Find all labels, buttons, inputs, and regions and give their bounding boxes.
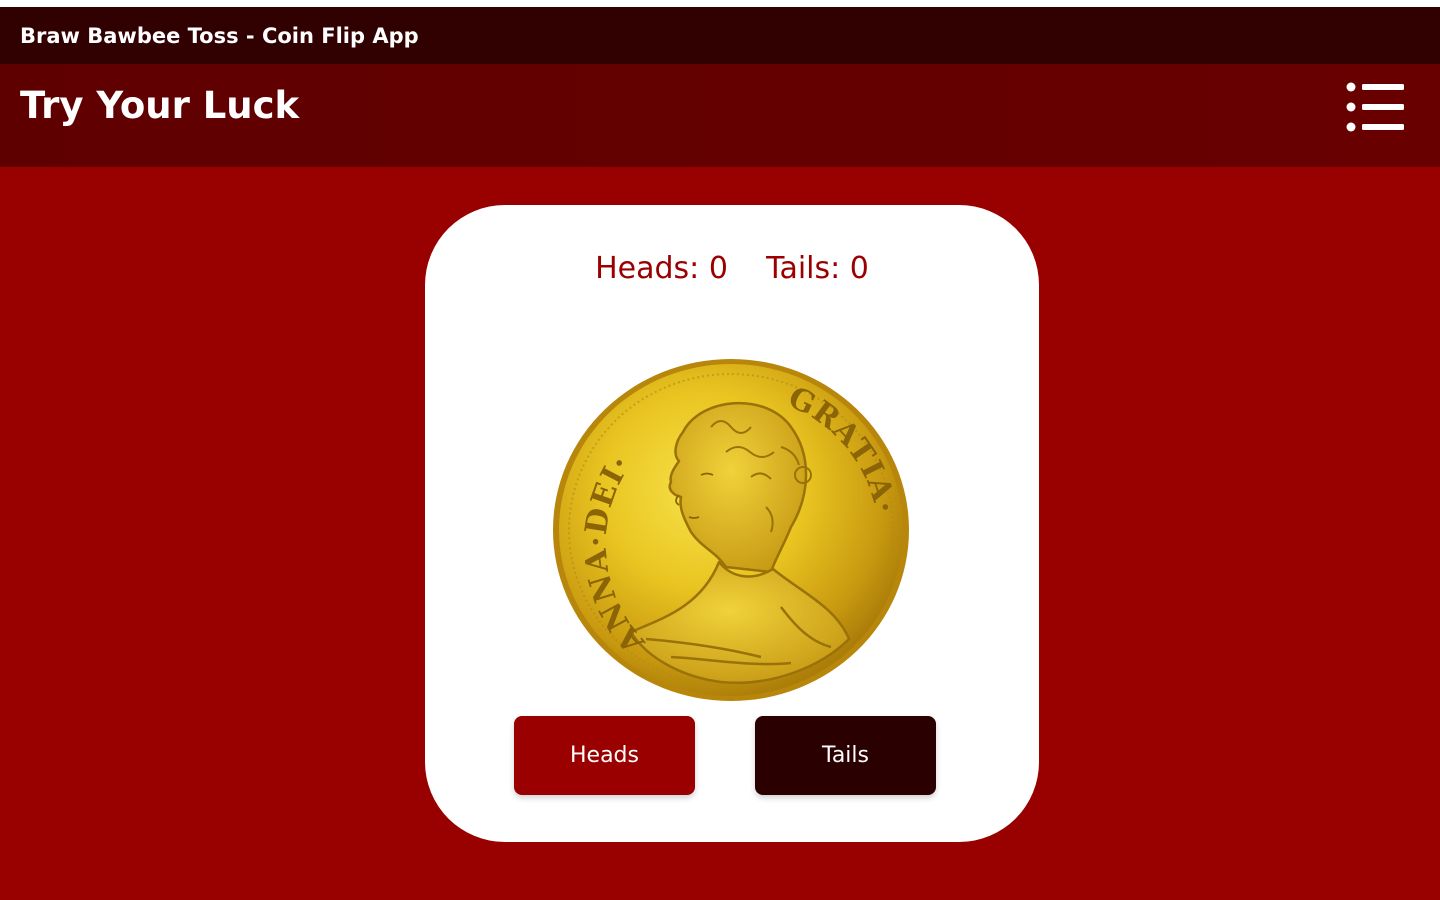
coin-image[interactable]: ANNA·DEI· GRATIA· (551, 357, 911, 703)
app-header: Try Your Luck (0, 64, 1440, 167)
tails-score-value: 0 (849, 251, 869, 286)
coin-card: Heads: 0 Tails: 0 ANNA·DEI· GRATIA· Head… (425, 205, 1039, 842)
main-area: Heads: 0 Tails: 0 ANNA·DEI· GRATIA· Head… (0, 167, 1440, 900)
heads-button[interactable]: Heads (514, 716, 695, 795)
page-title: Try Your Luck (20, 84, 300, 127)
tails-button[interactable]: Tails (755, 716, 936, 795)
coin-heads-image: ANNA·DEI· GRATIA· (553, 359, 909, 701)
window-titlebar: Braw Bawbee Toss - Coin Flip App (0, 7, 1440, 64)
heads-score-value: 0 (708, 251, 728, 286)
heads-score-label: Heads: (595, 251, 700, 286)
tails-score-label: Tails: (766, 251, 841, 286)
window-title: Braw Bawbee Toss - Coin Flip App (20, 23, 419, 48)
menu-button[interactable] (1344, 82, 1406, 132)
hamburger-menu-icon (1346, 82, 1404, 132)
score-display: Heads: 0 Tails: 0 (425, 249, 1039, 289)
